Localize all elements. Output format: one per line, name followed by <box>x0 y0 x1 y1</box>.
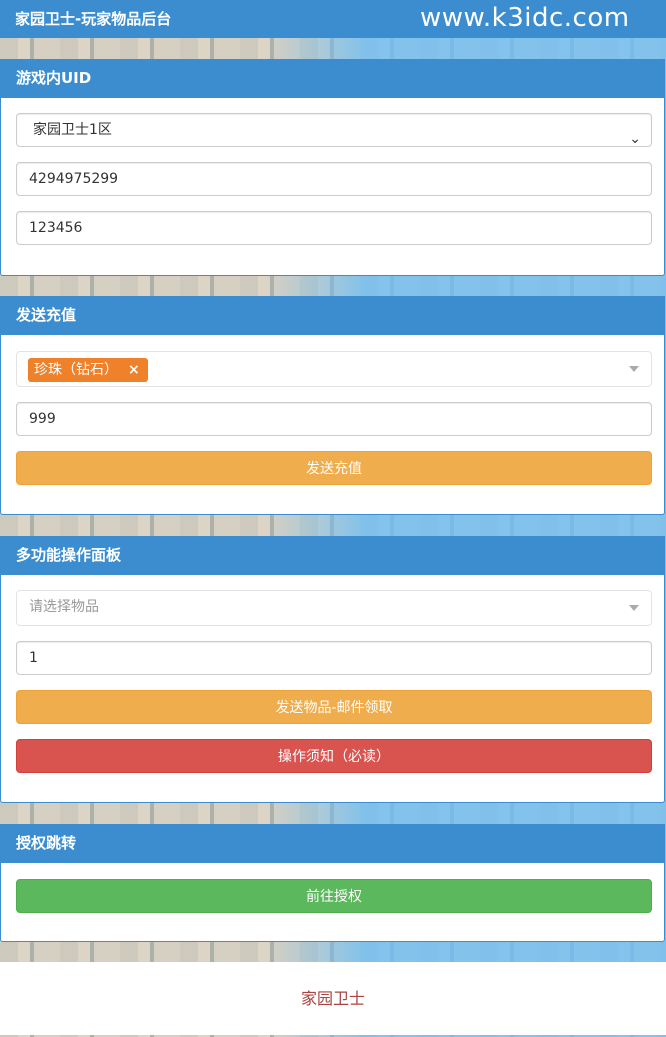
operation-notice-button[interactable]: 操作须知（必读） <box>16 739 652 773</box>
item-quantity-value: 1 <box>29 650 38 666</box>
server-select[interactable]: 家园卫士1区 ⌄ <box>16 113 652 147</box>
go-authorize-button[interactable]: 前往授权 <box>16 879 652 913</box>
send-recharge-button[interactable]: 发送充值 <box>16 451 652 485</box>
recharge-panel: 发送充值 珍珠（钻石） × 999 发送充值 <box>0 296 665 515</box>
recharge-panel-title: 发送充值 <box>1 296 664 335</box>
item-quantity-input[interactable]: 1 <box>16 641 652 675</box>
send-item-mail-button[interactable]: 发送物品-邮件领取 <box>16 690 652 724</box>
recharge-item-select[interactable]: 珍珠（钻石） × <box>16 351 652 387</box>
auth-panel-title: 授权跳转 <box>1 824 664 863</box>
recharge-amount-input[interactable]: 999 <box>16 402 652 436</box>
password-input[interactable]: 123456 <box>16 211 652 245</box>
caret-down-icon <box>629 366 639 372</box>
footer-text: 家园卫士 <box>300 989 365 1008</box>
caret-down-icon <box>629 605 639 611</box>
remove-tag-icon[interactable]: × <box>128 362 140 378</box>
selected-item-label: 珍珠（钻石） <box>34 362 118 378</box>
app-title: 家园卫士-玩家物品后台 <box>15 10 172 28</box>
multi-panel: 多功能操作面板 请选择物品 1 发送物品-邮件领取 操作须知（必读） <box>0 536 665 803</box>
uid-input-value: 4294975299 <box>29 171 119 187</box>
uid-panel: 游戏内UID 家园卫士1区 ⌄ 4294975299 123456 <box>0 59 665 276</box>
recharge-amount-value: 999 <box>29 411 56 427</box>
selected-item-tag[interactable]: 珍珠（钻石） × <box>28 358 148 382</box>
auth-panel: 授权跳转 前往授权 <box>0 824 665 942</box>
item-select[interactable]: 请选择物品 <box>16 590 652 626</box>
uid-input[interactable]: 4294975299 <box>16 162 652 196</box>
top-bar: 家园卫士-玩家物品后台 www.k3idc.com <box>0 0 666 38</box>
item-select-placeholder: 请选择物品 <box>29 599 99 615</box>
uid-panel-title: 游戏内UID <box>1 59 664 98</box>
password-input-value: 123456 <box>29 220 83 236</box>
site-watermark: www.k3idc.com <box>420 3 630 33</box>
footer: 家园卫士 <box>0 962 666 1035</box>
server-select-value: 家园卫士1区 <box>33 122 112 138</box>
multi-panel-title: 多功能操作面板 <box>1 536 664 575</box>
chevron-down-icon: ⌄ <box>629 131 641 147</box>
